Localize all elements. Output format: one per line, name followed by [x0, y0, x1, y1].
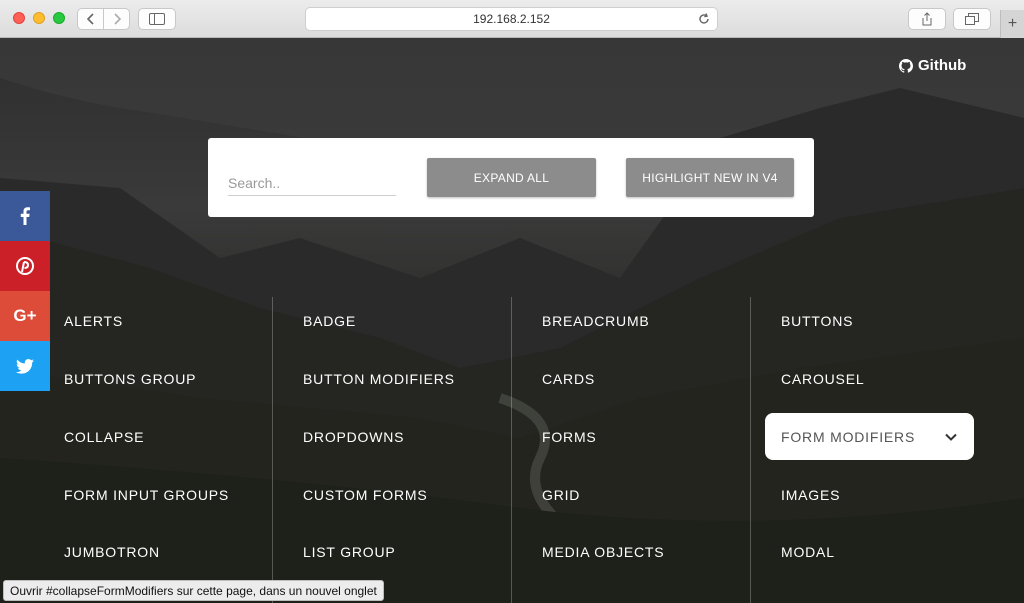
share-icon [922, 12, 932, 26]
pinterest-icon [16, 257, 34, 275]
component-link-dropdowns[interactable]: DROPDOWNS [303, 429, 404, 445]
close-window-button[interactable] [13, 12, 25, 24]
component-link-breadcrumb[interactable]: BREADCRUMB [542, 313, 650, 329]
back-button[interactable] [78, 9, 103, 29]
address-bar[interactable]: 192.168.2.152 [305, 7, 718, 31]
component-link-label: FORM MODIFIERS [781, 428, 916, 445]
component-link-button-modifiers[interactable]: BUTTON MODIFIERS [303, 371, 455, 387]
address-text: 192.168.2.152 [473, 12, 550, 26]
facebook-icon [20, 207, 30, 225]
component-link-cards[interactable]: CARDS [542, 371, 595, 387]
component-link-grid[interactable]: GRID [542, 487, 580, 503]
sidebar-toggle-button[interactable] [138, 8, 176, 30]
tabs-overview-button[interactable] [953, 8, 991, 30]
twitter-share-button[interactable] [0, 341, 50, 391]
component-link-media-objects[interactable]: MEDIA OBJECTS [542, 544, 664, 560]
column-divider [272, 297, 273, 603]
github-link[interactable]: Github [899, 57, 966, 74]
search-input[interactable] [228, 170, 396, 196]
social-share-bar: G+ [0, 191, 50, 391]
tabs-icon [965, 13, 979, 25]
forward-button[interactable] [103, 9, 129, 29]
component-link-collapse[interactable]: COLLAPSE [64, 429, 144, 445]
component-link-badge[interactable]: BADGE [303, 313, 356, 329]
chevron-right-icon [114, 13, 121, 25]
zoom-window-button[interactable] [53, 12, 65, 24]
googleplus-share-button[interactable]: G+ [0, 291, 50, 341]
reload-icon[interactable] [697, 12, 711, 26]
twitter-icon [16, 358, 34, 374]
hero-background [0, 38, 1024, 603]
component-link-list-group[interactable]: LIST GROUP [303, 544, 396, 560]
component-link-images[interactable]: IMAGES [781, 487, 840, 503]
component-link-alerts[interactable]: ALERTS [64, 313, 123, 329]
chevron-left-icon [86, 13, 94, 25]
googleplus-icon: G+ [13, 306, 37, 325]
component-link-carousel[interactable]: CAROUSEL [781, 371, 864, 387]
share-button[interactable] [908, 8, 946, 30]
component-link-forms[interactable]: FORMS [542, 429, 597, 445]
new-tab-button[interactable]: + [1000, 10, 1024, 38]
github-label: Github [918, 57, 967, 74]
component-link-custom-forms[interactable]: CUSTOM FORMS [303, 487, 427, 503]
component-link-buttons[interactable]: BUTTONS [781, 313, 853, 329]
highlight-new-button[interactable]: HIGHLIGHT NEW IN V4 [626, 158, 794, 197]
github-icon [899, 58, 913, 73]
link-status-bar: Ouvrir #collapseFormModifiers sur cette … [3, 580, 384, 601]
component-link-modal[interactable]: MODAL [781, 544, 835, 560]
search-panel: EXPAND ALL HIGHLIGHT NEW IN V4 [208, 138, 814, 217]
column-divider [750, 297, 751, 603]
component-link-form-modifiers[interactable]: FORM MODIFIERS [765, 413, 974, 460]
sidebar-icon [149, 13, 165, 25]
chevron-down-icon [945, 433, 957, 441]
component-link-jumbotron[interactable]: JUMBOTRON [64, 544, 160, 560]
mountain-landscape [0, 38, 1024, 603]
facebook-share-button[interactable] [0, 191, 50, 241]
browser-toolbar: 192.168.2.152 + [0, 0, 1024, 38]
history-nav [77, 8, 130, 30]
column-divider [511, 297, 512, 603]
component-link-buttons-group[interactable]: BUTTONS GROUP [64, 371, 196, 387]
minimize-window-button[interactable] [33, 12, 45, 24]
component-link-form-input-groups[interactable]: FORM INPUT GROUPS [64, 487, 229, 503]
expand-all-button[interactable]: EXPAND ALL [427, 158, 596, 197]
pinterest-share-button[interactable] [0, 241, 50, 291]
